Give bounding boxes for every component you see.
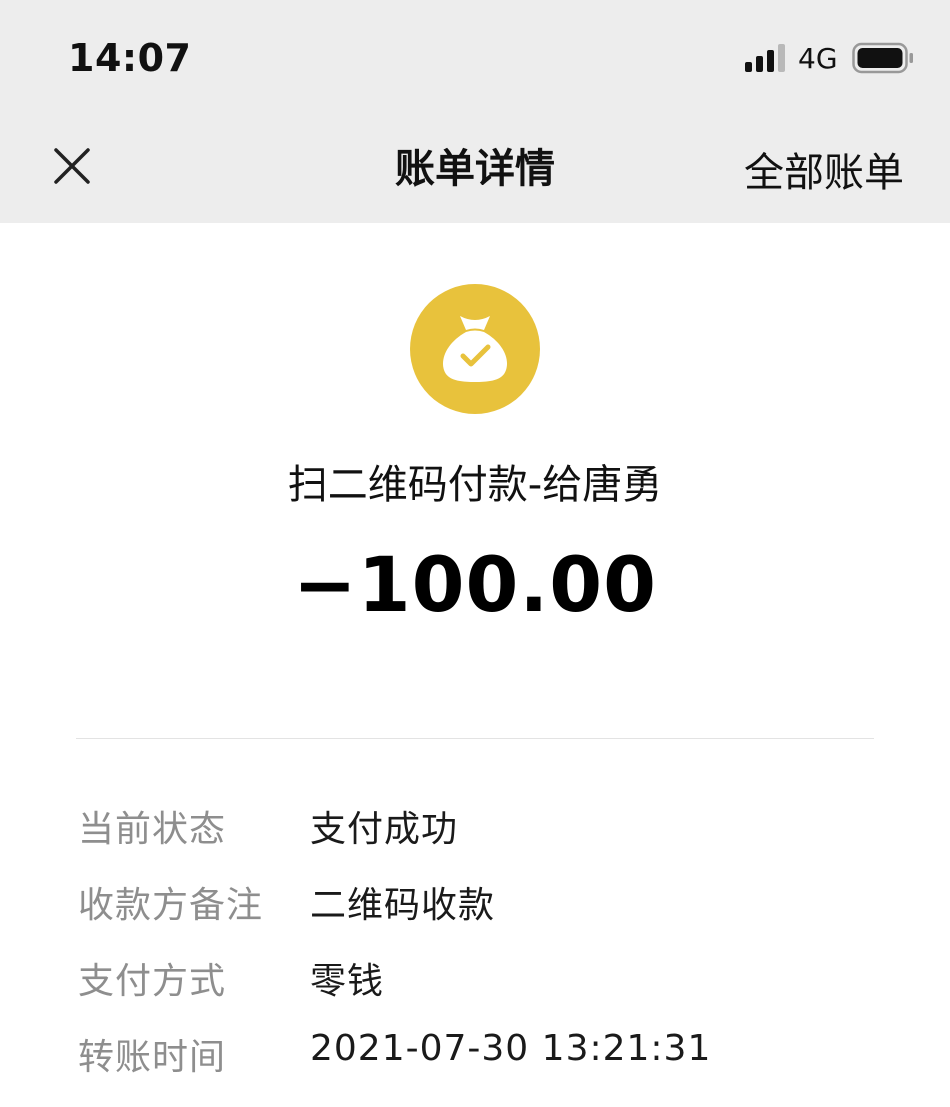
detail-label: 支付方式 (78, 961, 227, 1002)
detail-label: 转账时间 (78, 1037, 227, 1078)
amount: −100.00 (293, 540, 657, 629)
detail-value: 零钱 (310, 961, 385, 1002)
detail-label: 当前状态 (78, 809, 227, 850)
detail-value: 二维码收款 (310, 885, 496, 926)
detail-value: 2021-07-30 13:21:31 (310, 1028, 712, 1069)
status-time: 14:07 (68, 36, 192, 80)
money-bag-check-icon (410, 284, 540, 414)
cellular-signal-icon (745, 44, 785, 72)
detail-label: 收款方备注 (78, 885, 264, 926)
detail-row-transfer-time: 转账时间 2021-07-30 13:21:31 (0, 1028, 950, 1088)
merchant-title: 扫二维码付款-给唐勇 (287, 462, 663, 508)
detail-row-payment-method: 支付方式 零钱 (0, 952, 950, 1012)
divider (76, 738, 874, 739)
detail-row-remark: 收款方备注 二维码收款 (0, 876, 950, 936)
detail-row-status: 当前状态 支付成功 (0, 800, 950, 860)
detail-value: 支付成功 (310, 809, 459, 850)
all-bills-link[interactable]: 全部账单 (744, 140, 904, 198)
network-type: 4G (798, 42, 838, 75)
top-bar: 14:07 4G 账单详情 全部账单 (0, 0, 950, 223)
battery-icon (852, 42, 913, 74)
